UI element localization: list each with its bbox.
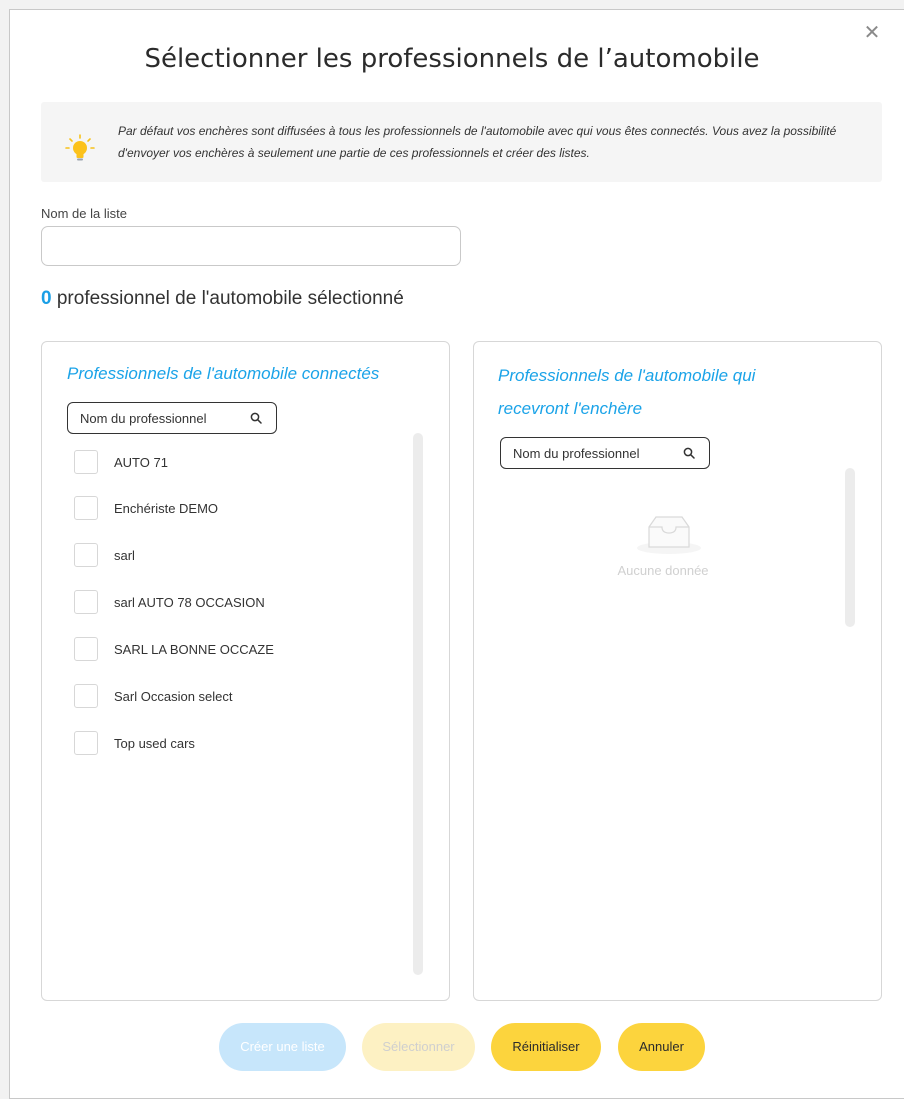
list-item-label: sarl AUTO 78 OCCASION — [114, 595, 265, 610]
cancel-button[interactable]: Annuler — [618, 1023, 705, 1071]
list-item-label: Enchériste DEMO — [114, 501, 219, 516]
selection-count-number: 0 — [41, 288, 52, 309]
list-item-label: sarl — [114, 548, 135, 563]
selection-count-text: professionnel de l'automobile sélectionn… — [56, 288, 404, 309]
checkbox[interactable] — [74, 450, 98, 474]
search-icon — [250, 412, 262, 424]
checkbox[interactable] — [74, 684, 98, 708]
empty-state-text: Aucune donnée — [617, 563, 709, 578]
list-name-input[interactable] — [41, 226, 461, 266]
empty-inbox-icon — [637, 516, 701, 554]
search-placeholder: Nom du professionnel — [513, 446, 640, 461]
checkbox[interactable] — [74, 637, 98, 661]
selection-count: 0 professionnel de l'automobile sélectio… — [41, 288, 404, 310]
reset-button[interactable]: Réinitialiser — [491, 1023, 601, 1071]
modal-title: Sélectionner les professionnels de l’aut… — [144, 44, 760, 74]
checkbox[interactable] — [74, 590, 98, 614]
connected-pros-title: Professionnels de l'automobile connectés — [67, 364, 380, 383]
search-icon — [683, 447, 695, 459]
lightbulb-icon — [65, 134, 95, 161]
list-item-label: Top used cars — [114, 736, 195, 751]
list-item-label: Sarl Occasion select — [114, 689, 233, 704]
recipients-title-line2: recevront l'enchère — [498, 399, 643, 418]
checkbox[interactable] — [74, 496, 98, 520]
list-item-label: SARL LA BONNE OCCAZE — [114, 642, 274, 657]
create-list-button[interactable]: Créer une liste — [219, 1023, 346, 1071]
connected-pros-search[interactable]: Nom du professionnel — [67, 402, 277, 434]
connected-pros-scrollbar[interactable] — [413, 433, 423, 975]
recipients-scrollbar[interactable] — [845, 468, 855, 627]
list-name-label: Nom de la liste — [41, 206, 127, 221]
close-icon[interactable]: ✕ — [862, 23, 882, 43]
connected-pros-panel — [41, 341, 450, 1001]
select-button[interactable]: Sélectionner — [362, 1023, 475, 1071]
info-text: Par défaut vos enchères sont diffusées à… — [118, 124, 837, 160]
recipients-search[interactable]: Nom du professionnel — [500, 437, 710, 469]
checkbox[interactable] — [74, 543, 98, 567]
recipients-title-line1: Professionnels de l'automobile qui — [498, 366, 756, 385]
search-placeholder: Nom du professionnel — [80, 411, 207, 426]
checkbox[interactable] — [74, 731, 98, 755]
list-item-label: AUTO 71 — [114, 455, 168, 470]
